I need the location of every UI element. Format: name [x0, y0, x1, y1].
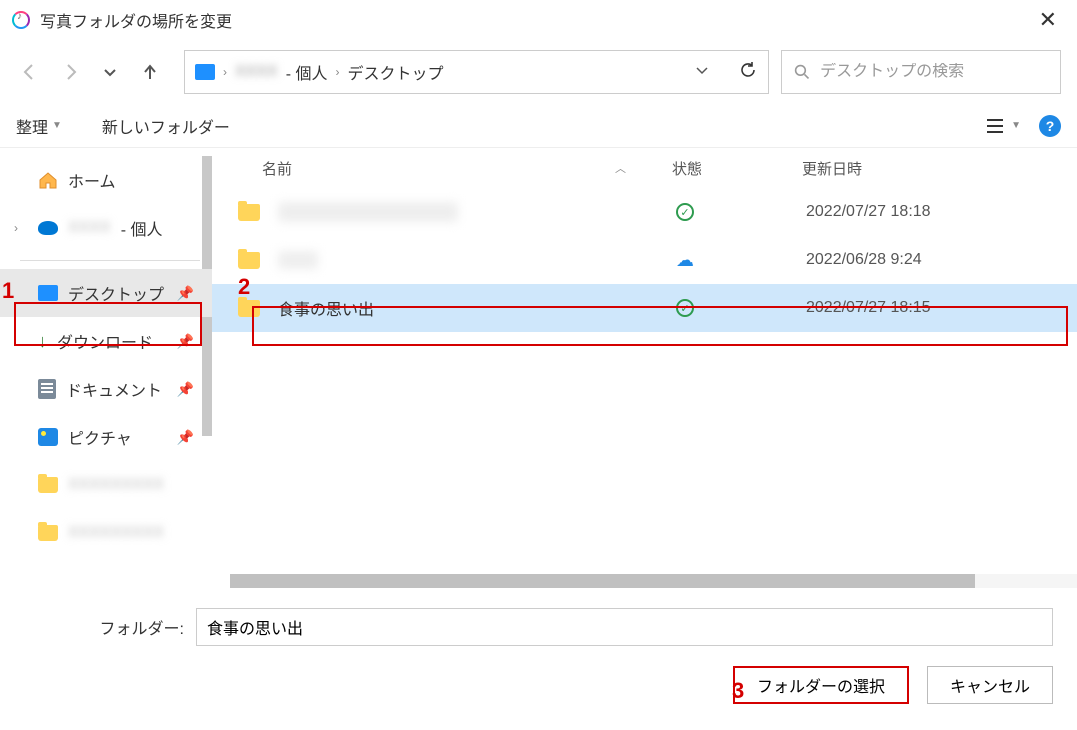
sidebar-item-label: ダウンロード	[57, 329, 153, 353]
window-title: 写真フォルダの場所を変更	[40, 8, 232, 32]
forward-button[interactable]	[56, 58, 84, 86]
sidebar-item-desktop[interactable]: デスクトップ 📌	[0, 269, 212, 317]
recent-dropdown[interactable]	[96, 58, 124, 86]
document-icon	[38, 379, 56, 399]
sidebar-item-label: ホーム	[68, 168, 116, 192]
search-icon	[794, 63, 810, 81]
file-name: 食事の思い出	[278, 296, 676, 320]
refresh-button[interactable]	[738, 60, 758, 85]
sidebar-item-label: XXXXXXXXX	[68, 476, 164, 494]
titlebar: 写真フォルダの場所を変更 ✕	[0, 0, 1077, 40]
sidebar: ホーム › XXXX - 個人 デスクトップ 📌 ↓ ダウンロード 📌 ドキュメ…	[0, 148, 212, 588]
select-folder-button[interactable]: フォルダーの選択	[733, 666, 909, 704]
back-button[interactable]	[16, 58, 44, 86]
location-icon	[195, 64, 215, 80]
address-dropdown[interactable]	[694, 62, 710, 83]
divider	[20, 260, 200, 261]
up-button[interactable]	[136, 58, 164, 86]
download-icon: ↓	[38, 331, 47, 352]
chevron-right-icon: ›	[335, 65, 339, 79]
sidebar-item-label-suffix: - 個人	[121, 216, 163, 240]
column-name[interactable]: 名前	[262, 158, 292, 179]
sidebar-item-pictures[interactable]: ピクチャ 📌	[0, 413, 212, 461]
sidebar-item-downloads[interactable]: ↓ ダウンロード 📌	[0, 317, 212, 365]
organize-label: 整理	[16, 114, 48, 138]
sidebar-item-label: XXXXXXXXX	[68, 524, 164, 542]
desktop-icon	[38, 285, 58, 301]
search-input[interactable]	[820, 63, 1048, 81]
pin-icon[interactable]: 📌	[177, 285, 194, 302]
file-name	[278, 202, 458, 222]
file-row-selected[interactable]: 食事の思い出 ✓ 2022/07/27 18:15	[212, 284, 1077, 332]
list-icon	[985, 118, 1005, 134]
pictures-icon	[38, 428, 58, 446]
column-status[interactable]: 状態	[672, 158, 802, 179]
folder-icon	[238, 252, 260, 269]
sidebar-item-label: ピクチャ	[68, 425, 132, 449]
cancel-button[interactable]: キャンセル	[927, 666, 1053, 704]
organize-menu[interactable]: 整理 ▼	[16, 114, 62, 138]
help-icon[interactable]: ?	[1039, 115, 1061, 137]
folder-name-input[interactable]	[196, 608, 1053, 646]
column-headers: 名前 ︿ 状態 更新日時	[212, 148, 1077, 188]
sidebar-item-folder-1[interactable]: XXXXXXXXX	[0, 461, 212, 509]
file-date: 2022/07/27 18:15	[806, 299, 931, 317]
sort-indicator-icon[interactable]: ︿	[615, 160, 626, 176]
file-date: 2022/06/28 9:24	[806, 251, 922, 269]
sidebar-item-home[interactable]: ホーム	[0, 156, 212, 204]
file-row[interactable]: ✓ 2022/07/27 18:18	[212, 188, 1077, 236]
app-icon	[12, 11, 30, 29]
toolbar: 整理 ▼ 新しいフォルダー ▼ ?	[0, 104, 1077, 148]
view-menu[interactable]: ▼	[985, 118, 1021, 134]
sidebar-item-onedrive[interactable]: › XXXX - 個人	[0, 204, 212, 252]
file-name	[278, 251, 318, 269]
sidebar-item-label: XXXX	[68, 219, 111, 237]
sidebar-item-folder-2[interactable]: XXXXXXXXX	[0, 509, 212, 557]
close-icon[interactable]: ✕	[1031, 7, 1065, 33]
folder-icon	[238, 204, 260, 221]
address-bar[interactable]: › XXXX - 個人 › デスクトップ	[184, 50, 769, 94]
breadcrumb-user-suffix[interactable]: - 個人	[286, 60, 328, 84]
chevron-down-icon: ▼	[1011, 120, 1021, 131]
nav-row: › XXXX - 個人 › デスクトップ	[0, 40, 1077, 104]
pin-icon[interactable]: 📌	[177, 333, 194, 350]
pin-icon[interactable]: 📌	[177, 381, 194, 398]
sidebar-item-label: ドキュメント	[66, 377, 162, 401]
folder-icon	[38, 477, 58, 493]
file-date: 2022/07/27 18:18	[806, 203, 931, 221]
folder-field-label: フォルダー:	[24, 615, 184, 639]
file-row[interactable]: ☁ 2022/06/28 9:24	[212, 236, 1077, 284]
footer: フォルダー: フォルダーの選択 キャンセル	[0, 588, 1077, 720]
folder-icon	[238, 300, 260, 317]
horizontal-scrollbar[interactable]	[230, 574, 1077, 588]
new-folder-button[interactable]: 新しいフォルダー	[102, 114, 230, 138]
cloud-icon: ☁	[676, 250, 694, 271]
chevron-right-icon: ›	[223, 65, 227, 79]
search-box[interactable]	[781, 50, 1061, 94]
column-modified[interactable]: 更新日時	[802, 158, 862, 179]
sidebar-item-documents[interactable]: ドキュメント 📌	[0, 365, 212, 413]
chevron-down-icon: ▼	[52, 120, 62, 131]
synced-icon: ✓	[676, 203, 694, 221]
pin-icon[interactable]: 📌	[177, 429, 194, 446]
cloud-icon	[38, 221, 58, 235]
breadcrumb-desktop[interactable]: デスクトップ	[347, 60, 443, 84]
sidebar-item-label: デスクトップ	[68, 281, 164, 305]
synced-icon: ✓	[676, 299, 694, 317]
home-icon	[38, 171, 58, 189]
breadcrumb-user[interactable]: XXXX	[235, 63, 278, 81]
file-list: 名前 ︿ 状態 更新日時 ✓ 2022/07/27 18:18 ☁ 2022/0…	[212, 148, 1077, 588]
chevron-right-icon[interactable]: ›	[14, 221, 18, 235]
folder-icon	[38, 525, 58, 541]
